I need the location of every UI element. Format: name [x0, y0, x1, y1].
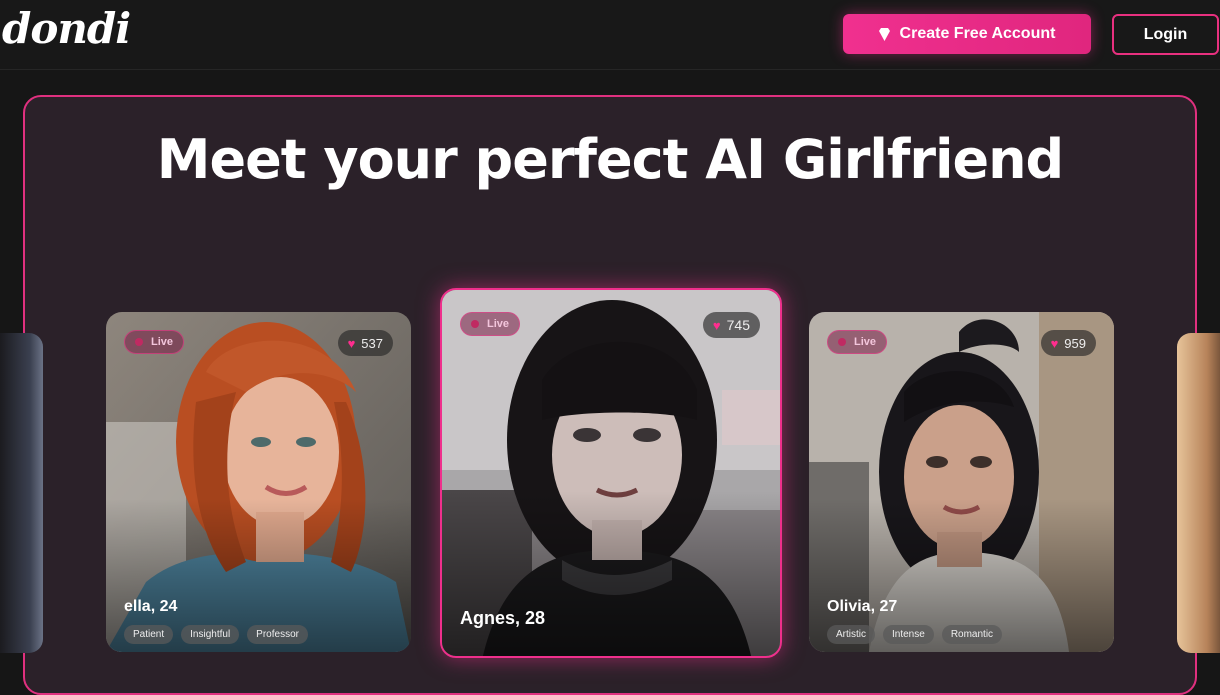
heart-icon: ♥	[712, 317, 721, 333]
live-badge: Live	[460, 312, 521, 336]
live-dot-icon	[135, 338, 143, 346]
login-button[interactable]: Login	[1112, 14, 1219, 55]
likes-badge: ♥ 959	[1040, 330, 1096, 356]
profile-name: Olivia, 27	[827, 598, 898, 615]
tag-chip: Intense	[883, 625, 934, 644]
logo[interactable]: dondi	[2, 4, 131, 53]
likes-badge: ♥ 745	[702, 312, 760, 338]
likes-count: 745	[726, 317, 750, 333]
tag-chip: Romantic	[941, 625, 1003, 644]
card-gradient-overlay	[442, 491, 780, 656]
hero-title: Meet your perfect AI Girlfriend	[156, 128, 1064, 191]
live-badge: Live	[124, 330, 185, 354]
profile-name: ella, 24	[124, 598, 178, 615]
create-free-account-button[interactable]: Create Free Account	[843, 14, 1091, 54]
live-dot-icon	[471, 320, 479, 328]
tag-chip: Patient	[124, 625, 174, 644]
profile-name: Agnes, 28	[460, 608, 546, 628]
heart-icon: ♥	[347, 335, 356, 351]
tag-list: Artistic Intense Romantic	[827, 625, 1003, 644]
likes-count: 959	[1064, 335, 1086, 351]
live-label: Live	[487, 318, 510, 330]
live-label: Live	[854, 336, 877, 348]
tag-chip: Artistic	[827, 625, 875, 644]
partial-card-left[interactable]	[0, 333, 43, 653]
likes-count: 537	[361, 335, 383, 351]
diamond-icon	[878, 27, 890, 41]
live-label: Live	[151, 336, 174, 348]
tag-chip: Insightful	[181, 625, 240, 644]
profile-card-olivia[interactable]: Live ♥ 959 Olivia, 27 Artistic Intense R…	[809, 312, 1114, 652]
profile-card-ella[interactable]: Live ♥ 537 ella, 24 Patient Insightful P…	[106, 312, 411, 652]
tag-chip: Professor	[247, 625, 308, 644]
create-free-account-label: Create Free Account	[899, 25, 1056, 42]
profile-card-agnes[interactable]: Live ♥ 745 Agnes, 28	[440, 288, 782, 658]
live-dot-icon	[838, 338, 846, 346]
likes-badge: ♥ 537	[337, 330, 393, 356]
top-navigation-bar: dondi Create Free Account Login	[0, 0, 1220, 70]
partial-card-right[interactable]	[1177, 333, 1220, 653]
live-badge: Live	[827, 330, 888, 354]
heart-icon: ♥	[1050, 335, 1059, 351]
tag-list: Patient Insightful Professor	[124, 625, 308, 644]
